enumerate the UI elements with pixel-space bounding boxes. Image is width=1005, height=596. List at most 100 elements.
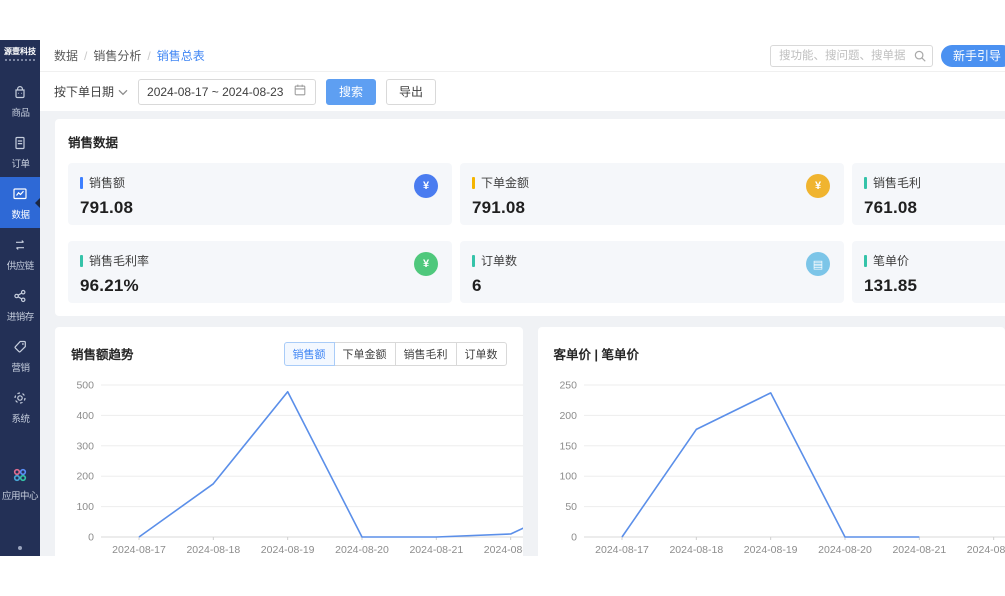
y-tick-label: 250 xyxy=(559,380,577,392)
sidebar-item-supply-chain[interactable]: 供应链 xyxy=(0,228,40,279)
tab-order-amount[interactable]: 下单金额 xyxy=(334,342,396,366)
card-accent-bar xyxy=(80,255,83,267)
date-range-input[interactable]: 2024-08-17 ~ 2024-08-23 xyxy=(138,79,316,105)
price-trend-chart: 0501001502002502024-08-172024-08-182024-… xyxy=(546,373,1005,556)
breadcrumb-data[interactable]: 数据 xyxy=(54,47,78,64)
breadcrumb-separator: / xyxy=(84,49,87,63)
export-button[interactable]: 导出 xyxy=(386,79,436,105)
card-accent-bar xyxy=(472,255,475,267)
x-tick-label: 2024-08-21 xyxy=(892,544,946,556)
search-input[interactable] xyxy=(770,45,933,67)
kpi-card-gross-margin: 销售毛利率 96.21% ¥ xyxy=(68,241,452,303)
logo-tagline xyxy=(5,59,35,61)
yuan-icon: ¥ xyxy=(414,174,438,198)
breadcrumb-bar: 数据 / 销售分析 / 销售总表 新手引导 xyxy=(40,40,1005,72)
tab-sales-amount[interactable]: 销售额 xyxy=(284,342,335,366)
filter-bar: 按下单日期 2024-08-17 ~ 2024-08-23 xyxy=(40,72,1005,111)
panel-title: 销售数据 xyxy=(68,132,1005,151)
tab-order-count[interactable]: 订单数 xyxy=(456,342,507,366)
sidebar-scroll-dot xyxy=(18,546,22,550)
main-area: 数据 / 销售分析 / 销售总表 新手引导 xyxy=(40,40,1005,556)
y-tick-label: 0 xyxy=(88,532,94,544)
y-tick-label: 100 xyxy=(76,501,94,513)
x-tick-label: 2024-08-18 xyxy=(669,544,723,556)
card-accent-bar xyxy=(80,177,83,189)
charts-row: 销售额趋势 销售额 下单金额 销售毛利 订单数 0 100 200 300 400 500… xyxy=(55,327,1005,556)
y-tick-label: 300 xyxy=(76,440,94,452)
bag-icon xyxy=(11,83,29,101)
x-tick-label: 2024-08-18 xyxy=(186,544,240,556)
logo: 源壹科技 xyxy=(0,40,41,63)
sidebar: 源壹科技 商品 xyxy=(0,40,40,556)
y-tick-label: 400 xyxy=(76,410,94,422)
content: 销售数据 销售额 791.08 ¥ xyxy=(40,111,1005,556)
breadcrumb-sales-analysis[interactable]: 销售分析 xyxy=(93,47,141,64)
y-tick-label: 200 xyxy=(559,410,577,422)
chart-title: 客单价 | 笔单价 xyxy=(554,344,639,363)
sidebar-item-orders[interactable]: 订单 xyxy=(0,126,40,177)
tag-icon xyxy=(11,338,29,356)
order-doc-icon xyxy=(11,134,29,152)
calendar-icon xyxy=(293,83,307,100)
y-tick-label: 200 xyxy=(76,471,94,483)
sidebar-item-app-center[interactable]: 应用中心 xyxy=(0,458,40,509)
sidebar-item-label: 供应链 xyxy=(6,257,33,271)
sales-trend-chart: 01002003004005002024-08-172024-08-182024… xyxy=(63,373,523,556)
breadcrumb-separator: / xyxy=(147,49,150,63)
y-tick-label: 150 xyxy=(559,440,577,452)
chart-icon xyxy=(11,185,29,203)
breadcrumb-sales-summary[interactable]: 销售总表 xyxy=(157,47,205,64)
gear-icon xyxy=(11,389,29,407)
card-value: 6 xyxy=(472,276,832,296)
kpi-card-order-count: 订单数 6 ▤ xyxy=(460,241,844,303)
card-label: 销售额 xyxy=(89,174,125,191)
tab-gross-profit[interactable]: 销售毛利 xyxy=(395,342,457,366)
card-label: 订单数 xyxy=(481,252,517,269)
order-doc-icon: ▤ xyxy=(806,252,830,276)
x-tick-label: 2024-08-19 xyxy=(743,544,797,556)
kpi-card-sales-amount: 销售额 791.08 ¥ xyxy=(68,163,452,225)
date-type-dropdown[interactable]: 按下单日期 xyxy=(54,83,128,100)
card-value: 131.85 xyxy=(864,276,1005,296)
sidebar-item-marketing[interactable]: 营销 xyxy=(0,330,40,381)
kpi-cards: 销售额 791.08 ¥ 下单金额 791.08 ¥ xyxy=(68,163,1005,303)
chart-title: 销售额趋势 xyxy=(71,344,134,363)
card-label: 销售毛利 xyxy=(873,174,921,191)
global-search xyxy=(770,45,933,67)
y-tick-label: 0 xyxy=(571,532,577,544)
logo-text: 源壹科技 xyxy=(0,46,40,57)
chevron-down-icon xyxy=(118,85,128,99)
kpi-card-gross-profit: 销售毛利 761.08 xyxy=(852,163,1005,225)
screen: 源壹科技 商品 xyxy=(0,0,1005,596)
card-label: 下单金额 xyxy=(481,174,529,191)
date-type-label: 按下单日期 xyxy=(54,83,114,100)
swap-arrows-icon xyxy=(11,236,29,254)
search-button[interactable]: 搜索 xyxy=(326,79,376,105)
sidebar-item-data[interactable]: 数据 xyxy=(0,177,40,228)
x-tick-label: 2024-08-17 xyxy=(595,544,649,556)
app-grid-icon xyxy=(11,466,29,484)
topbar-right: 新手引导 xyxy=(770,45,1005,67)
x-tick-label: 2024-08-17 xyxy=(112,544,166,556)
app-window: 源壹科技 商品 xyxy=(0,40,1005,556)
share-nodes-icon xyxy=(11,287,29,305)
y-tick-label: 500 xyxy=(76,380,94,392)
sidebar-item-label: 商品 xyxy=(11,104,29,118)
trend-line xyxy=(139,392,523,537)
sidebar-item-label: 应用中心 xyxy=(2,487,38,501)
sidebar-item-goods[interactable]: 商品 xyxy=(0,75,40,126)
beginner-guide-button[interactable]: 新手引导 xyxy=(941,45,1005,67)
sidebar-item-inventory[interactable]: 进销存 xyxy=(0,279,40,330)
moneybag-icon: ¥ xyxy=(414,252,438,276)
y-tick-label: 100 xyxy=(559,471,577,483)
sidebar-item-label: 进销存 xyxy=(6,308,33,322)
sidebar-item-label: 订单 xyxy=(11,155,29,169)
card-value: 791.08 xyxy=(472,198,832,218)
x-tick-label: 2024-08-20 xyxy=(818,544,872,556)
card-value: 96.21% xyxy=(80,276,440,296)
sales-data-panel: 销售数据 销售额 791.08 ¥ xyxy=(55,119,1005,316)
sidebar-item-label: 系统 xyxy=(11,410,29,424)
kpi-card-per-order-price: 笔单价 131.85 xyxy=(852,241,1005,303)
trend-line xyxy=(622,393,919,537)
sidebar-item-system[interactable]: 系统 xyxy=(0,381,40,432)
